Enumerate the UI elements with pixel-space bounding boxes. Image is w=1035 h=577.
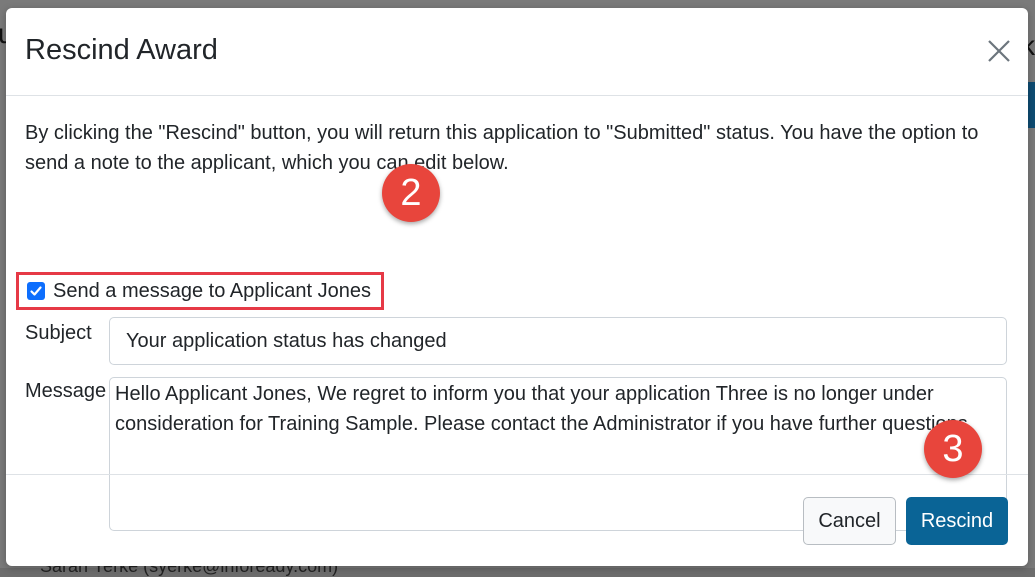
checkmark-icon	[30, 286, 42, 296]
subject-input[interactable]	[109, 317, 1007, 365]
send-message-highlight: Send a message to Applicant Jones	[16, 272, 384, 310]
step-3-annotation-badge: 3	[924, 420, 982, 478]
rescind-button[interactable]: Rescind	[906, 497, 1008, 545]
modal-title: Rescind Award	[25, 34, 218, 66]
step-2-annotation-badge: 2	[382, 164, 440, 222]
rescind-award-modal: Rescind Award By clicking the "Rescind" …	[6, 8, 1028, 566]
modal-body: By clicking the "Rescind" button, you wi…	[6, 96, 1028, 531]
intro-text: By clicking the "Rescind" button, you wi…	[25, 122, 979, 174]
close-button[interactable]	[984, 36, 1014, 66]
subject-label: Subject	[25, 322, 92, 344]
background-bar	[1027, 82, 1035, 128]
send-message-label[interactable]: Send a message to Applicant Jones	[53, 280, 371, 303]
cancel-button[interactable]: Cancel	[803, 497, 896, 545]
modal-footer: Cancel Rescind	[6, 474, 1028, 567]
message-label: Message	[25, 380, 107, 402]
send-message-checkbox[interactable]	[27, 282, 45, 300]
modal-header: Rescind Award	[6, 8, 1028, 96]
close-icon	[988, 40, 1010, 62]
